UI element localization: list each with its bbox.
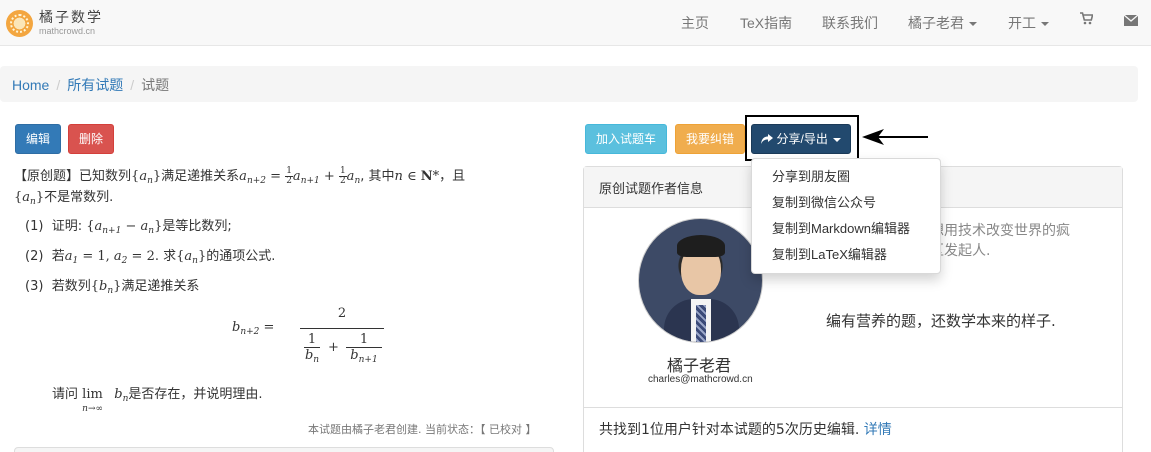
breadcrumb-home[interactable]: Home [12, 77, 49, 93]
question-text: 的通项公式. [206, 249, 276, 264]
question-number: (1) [25, 219, 44, 234]
share-dropdown-menu: 分享到朋友圈 复制到微信公众号 复制到Markdown编辑器 复制到LaTeX编… [751, 158, 941, 274]
divider [584, 407, 1122, 408]
menu-item-copy-markdown[interactable]: 复制到Markdown编辑器 [752, 216, 940, 242]
nav-contact[interactable]: 联系我们 [822, 13, 878, 33]
nav-home[interactable]: 主页 [681, 13, 709, 33]
nav-start-menu[interactable]: 开工 [1008, 13, 1049, 33]
edit-history: 共找到1位用户针对本试题的5次历史编辑. 详情 [599, 419, 892, 439]
delete-button[interactable]: 删除 [68, 124, 114, 154]
question-text: . 求 [154, 249, 177, 264]
problem-status-note: 本试题由橘子老君创建. 当前状态：【 已校对 】 [308, 423, 537, 436]
chevron-down-icon [969, 22, 977, 27]
author-email: charles@mathcrowd.cn [648, 374, 753, 385]
nav-user-menu[interactable]: 橘子老君 [908, 13, 977, 33]
nav-user-label: 橘子老君 [908, 15, 964, 31]
author-motto: 编有营养的题，还数学本来的样子. [826, 312, 1056, 330]
brand-domain: mathcrowd.cn [39, 26, 96, 36]
question-number: (2) [25, 249, 44, 264]
problem-text: 已知数列 [79, 169, 132, 184]
question-text: 若数列 [51, 279, 91, 294]
problem-text: 满足递推关系 [161, 169, 240, 184]
menu-item-copy-wechat[interactable]: 复制到微信公众号 [752, 190, 940, 216]
report-error-button[interactable]: 我要纠错 [675, 124, 745, 154]
menu-item-copy-latex[interactable]: 复制到LaTeX编辑器 [752, 242, 940, 268]
mail-icon[interactable] [1123, 13, 1139, 29]
arrow-left-icon [862, 129, 928, 145]
problem-text: , 其中 [360, 169, 395, 184]
navbar: 橘子数学 mathcrowd.cn 主页 TeX指南 联系我们 橘子老君 开工 [0, 0, 1151, 46]
author-name[interactable]: 橘子老君 [667, 352, 731, 376]
problem-text: 不是常数列. [44, 190, 114, 205]
question-text: 满足递推关系 [121, 279, 200, 294]
cart-icon[interactable] [1080, 12, 1094, 28]
brand[interactable]: 橘子数学 mathcrowd.cn [6, 10, 103, 37]
left-bottom-panel [14, 447, 554, 452]
problem-text: ，且 [439, 169, 466, 184]
question-text: 请问 [52, 387, 79, 402]
question-text: 是等比数列; [162, 219, 232, 234]
nav-tex-guide[interactable]: TeX指南 [740, 13, 792, 33]
add-to-cart-button[interactable]: 加入试题车 [585, 124, 667, 154]
question-number: (3) [25, 279, 44, 294]
breadcrumb: Home / 所有试题 / 试题 [0, 66, 1138, 102]
breadcrumb-all-problems[interactable]: 所有试题 [67, 77, 123, 93]
edit-button[interactable]: 编辑 [15, 124, 61, 154]
edit-history-text: 共找到1位用户针对本试题的5次历史编辑. [599, 422, 860, 438]
question-text: 是否存在，并说明理由. [128, 387, 263, 402]
edit-history-details-link[interactable]: 详情 [864, 422, 892, 438]
highlight-box [745, 115, 859, 161]
avatar[interactable] [638, 218, 763, 343]
chevron-down-icon [1041, 22, 1049, 27]
question-text: 若 [51, 249, 65, 264]
menu-item-share-moments[interactable]: 分享到朋友圈 [752, 164, 940, 190]
orange-logo-icon [6, 10, 33, 37]
problem-tag: 【原创题】 [14, 169, 80, 184]
brand-name: 橘子数学 [39, 10, 103, 26]
nav-start-label: 开工 [1008, 15, 1036, 31]
author-bio-line1: 想用技术改变世界的疯 [930, 223, 1070, 239]
breadcrumb-current: 试题 [141, 77, 170, 93]
question-text: 证明: [51, 219, 87, 234]
